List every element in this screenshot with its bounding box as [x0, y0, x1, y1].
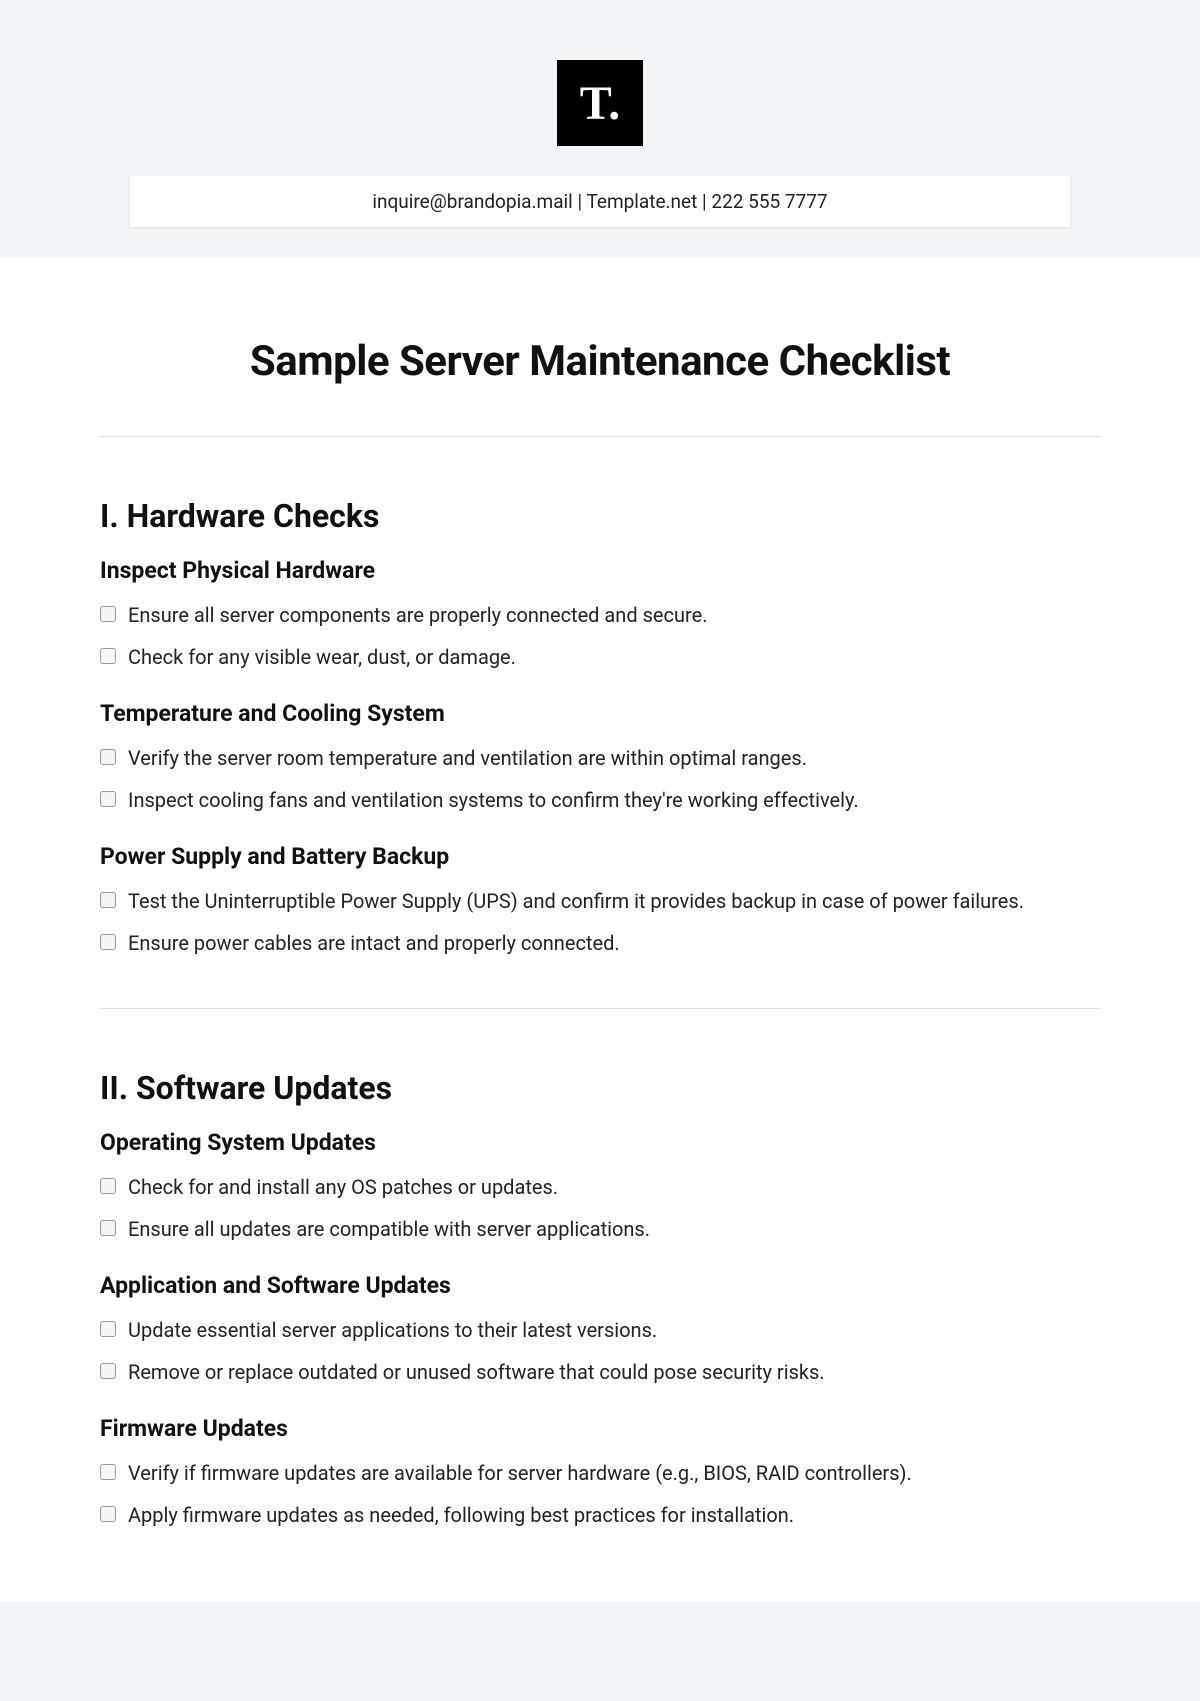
checkbox[interactable]: [100, 1220, 116, 1236]
checklist-item: Verify the server room temperature and v…: [100, 743, 1100, 773]
group-title: Firmware Updates: [100, 1415, 1100, 1442]
checklist: Test the Uninterruptible Power Supply (U…: [100, 886, 1100, 958]
checkbox[interactable]: [100, 648, 116, 664]
checklist-item: Apply firmware updates as needed, follow…: [100, 1500, 1100, 1530]
document-page: Sample Server Maintenance Checklist I. H…: [0, 257, 1200, 1602]
checklist-item: Remove or replace outdated or unused sof…: [100, 1357, 1100, 1387]
group-title: Inspect Physical Hardware: [100, 557, 1100, 584]
checklist: Check for and install any OS patches or …: [100, 1172, 1100, 1244]
checklist-item-text: Update essential server applications to …: [128, 1315, 1100, 1345]
checklist-item-text: Ensure power cables are intact and prope…: [128, 928, 1100, 958]
checkbox[interactable]: [100, 606, 116, 622]
checkbox[interactable]: [100, 1321, 116, 1337]
checklist-item-text: Ensure all server components are properl…: [128, 600, 1100, 630]
checklist-item-text: Verify if firmware updates are available…: [128, 1458, 1100, 1488]
divider: [100, 436, 1100, 437]
section-heading: II. Software Updates: [100, 1069, 1100, 1107]
logo: T.: [557, 60, 643, 146]
header-area: T. inquire@brandopia.mail | Template.net…: [0, 0, 1200, 227]
checklist-item: Ensure power cables are intact and prope…: [100, 928, 1100, 958]
checkbox[interactable]: [100, 892, 116, 908]
checklist-item: Verify if firmware updates are available…: [100, 1458, 1100, 1488]
logo-wrap: T.: [0, 60, 1200, 146]
checklist: Verify the server room temperature and v…: [100, 743, 1100, 815]
divider: [100, 1008, 1100, 1009]
checklist-item: Test the Uninterruptible Power Supply (U…: [100, 886, 1100, 916]
group-title: Application and Software Updates: [100, 1272, 1100, 1299]
checkbox[interactable]: [100, 1363, 116, 1379]
checklist-item-text: Remove or replace outdated or unused sof…: [128, 1357, 1100, 1387]
checklist-item-text: Verify the server room temperature and v…: [128, 743, 1100, 773]
checklist-item-text: Check for any visible wear, dust, or dam…: [128, 642, 1100, 672]
checklist-item: Check for any visible wear, dust, or dam…: [100, 642, 1100, 672]
checklist-item: Ensure all server components are properl…: [100, 600, 1100, 630]
checklist-item-text: Test the Uninterruptible Power Supply (U…: [128, 886, 1100, 916]
checklist-item: Inspect cooling fans and ventilation sys…: [100, 785, 1100, 815]
document-title: Sample Server Maintenance Checklist: [100, 337, 1100, 386]
section: I. Hardware Checks Inspect Physical Hardw…: [100, 497, 1100, 958]
checklist-item-text: Apply firmware updates as needed, follow…: [128, 1500, 1100, 1530]
checkbox[interactable]: [100, 934, 116, 950]
group-title: Temperature and Cooling System: [100, 700, 1100, 727]
checkbox[interactable]: [100, 1506, 116, 1522]
checklist-item-text: Inspect cooling fans and ventilation sys…: [128, 785, 1100, 815]
section: II. Software Updates Operating System Upd…: [100, 1069, 1100, 1530]
checkbox[interactable]: [100, 1178, 116, 1194]
checkbox[interactable]: [100, 791, 116, 807]
checklist-item: Check for and install any OS patches or …: [100, 1172, 1100, 1202]
group-title: Operating System Updates: [100, 1129, 1100, 1156]
checklist: Verify if firmware updates are available…: [100, 1458, 1100, 1530]
checklist-item: Update essential server applications to …: [100, 1315, 1100, 1345]
checklist: Update essential server applications to …: [100, 1315, 1100, 1387]
checkbox[interactable]: [100, 1464, 116, 1480]
section-heading: I. Hardware Checks: [100, 497, 1100, 535]
contact-bar: inquire@brandopia.mail | Template.net | …: [130, 176, 1070, 227]
checkbox[interactable]: [100, 749, 116, 765]
checklist-item: Ensure all updates are compatible with s…: [100, 1214, 1100, 1244]
checklist-item-text: Check for and install any OS patches or …: [128, 1172, 1100, 1202]
checklist: Ensure all server components are properl…: [100, 600, 1100, 672]
checklist-item-text: Ensure all updates are compatible with s…: [128, 1214, 1100, 1244]
group-title: Power Supply and Battery Backup: [100, 843, 1100, 870]
